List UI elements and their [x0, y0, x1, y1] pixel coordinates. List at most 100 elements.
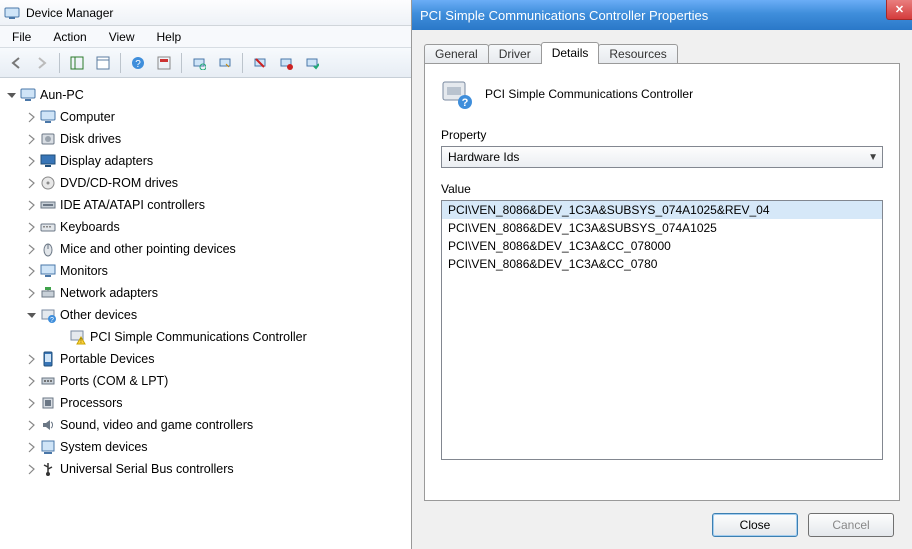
tree-node[interactable]: Ports (COM & LPT) — [0, 370, 411, 392]
tree-node[interactable]: Mice and other pointing devices — [0, 238, 411, 260]
menu-view[interactable]: View — [105, 28, 139, 46]
tb-forward-icon[interactable] — [30, 51, 54, 75]
tree-node-label: Disk drives — [60, 132, 121, 146]
tree-node[interactable]: Monitors — [0, 260, 411, 282]
tree-node[interactable]: Portable Devices — [0, 348, 411, 370]
tree-node-label: System devices — [60, 440, 148, 454]
other-icon: ? — [40, 307, 56, 323]
collapse-icon[interactable] — [26, 310, 37, 321]
property-select-value: Hardware Ids — [448, 150, 519, 164]
tb-scan-hardware-icon[interactable] — [187, 51, 211, 75]
tb-properties-icon[interactable] — [91, 51, 115, 75]
tree-root[interactable]: Aun-PC — [0, 84, 411, 106]
tree-node[interactable]: Computer — [0, 106, 411, 128]
expand-icon[interactable] — [26, 134, 37, 145]
close-icon[interactable]: ✕ — [886, 0, 912, 20]
device-tree[interactable]: Aun-PC Computer Disk drives Display adapte… — [0, 80, 411, 549]
collapse-icon[interactable] — [6, 90, 17, 101]
tree-node-label: IDE ATA/ATAPI controllers — [60, 198, 205, 212]
tree-node[interactable]: System devices — [0, 436, 411, 458]
expand-icon[interactable] — [26, 200, 37, 211]
expand-icon[interactable] — [26, 266, 37, 277]
expand-icon[interactable] — [26, 156, 37, 167]
value-row[interactable]: PCI\VEN_8086&DEV_1C3A&CC_0780 — [442, 255, 882, 273]
tb-disable-icon[interactable] — [274, 51, 298, 75]
keyboard-icon — [40, 219, 56, 235]
tree-node-label: Sound, video and game controllers — [60, 418, 253, 432]
expand-icon[interactable] — [26, 420, 37, 431]
dm-menubar: File Action View Help — [0, 26, 411, 48]
tb-show-hide-tree-icon[interactable] — [65, 51, 89, 75]
expand-icon[interactable] — [26, 354, 37, 365]
tb-update-driver-icon[interactable] — [213, 51, 237, 75]
dm-title-icon — [4, 5, 20, 21]
system-icon — [40, 439, 56, 455]
expand-icon[interactable] — [26, 244, 37, 255]
dm-title-text: Device Manager — [26, 6, 113, 20]
tree-node-label: Mice and other pointing devices — [60, 242, 236, 256]
expand-icon[interactable] — [26, 178, 37, 189]
display-icon — [40, 153, 56, 169]
properties-dialog: PCI Simple Communications Controller Pro… — [412, 0, 912, 549]
tb-uninstall-icon[interactable] — [248, 51, 272, 75]
ide-icon — [40, 197, 56, 213]
tree-node[interactable]: Disk drives — [0, 128, 411, 150]
tb-enable-icon[interactable] — [300, 51, 324, 75]
expand-icon[interactable] — [26, 288, 37, 299]
tree-leaf-glyph — [56, 332, 67, 343]
value-row[interactable]: PCI\VEN_8086&DEV_1C3A&SUBSYS_074A1025&RE… — [442, 201, 882, 219]
tab-driver[interactable]: Driver — [488, 44, 542, 64]
tree-node[interactable]: Processors — [0, 392, 411, 414]
property-label: Property — [441, 128, 883, 142]
tree-node[interactable]: DVD/CD-ROM drives — [0, 172, 411, 194]
tree-node[interactable]: Universal Serial Bus controllers — [0, 458, 411, 480]
network-icon — [40, 285, 56, 301]
tab-general[interactable]: General — [424, 44, 489, 64]
tb-sep — [181, 53, 182, 73]
tree-node[interactable]: Display adapters — [0, 150, 411, 172]
tree-node[interactable]: Network adapters — [0, 282, 411, 304]
expand-icon[interactable] — [26, 442, 37, 453]
details-panel: ? PCI Simple Communications Controller P… — [424, 63, 900, 501]
value-row[interactable]: PCI\VEN_8086&DEV_1C3A&SUBSYS_074A1025 — [442, 219, 882, 237]
value-listbox[interactable]: PCI\VEN_8086&DEV_1C3A&SUBSYS_074A1025&RE… — [441, 200, 883, 460]
value-row[interactable]: PCI\VEN_8086&DEV_1C3A&CC_078000 — [442, 237, 882, 255]
svg-text:?: ? — [50, 317, 54, 323]
tb-action-icon[interactable] — [152, 51, 176, 75]
tree-node[interactable]: Keyboards — [0, 216, 411, 238]
dm-toolbar: ? — [0, 48, 411, 78]
props-title-text: PCI Simple Communications Controller Pro… — [420, 8, 708, 23]
tree-child-node[interactable]: !PCI Simple Communications Controller — [0, 326, 411, 348]
menu-help[interactable]: Help — [153, 28, 186, 46]
tree-node-label: Other devices — [60, 308, 137, 322]
expand-icon[interactable] — [26, 222, 37, 233]
tab-details[interactable]: Details — [541, 42, 600, 64]
tree-node-label: DVD/CD-ROM drives — [60, 176, 178, 190]
tb-sep — [120, 53, 121, 73]
props-titlebar: PCI Simple Communications Controller Pro… — [412, 0, 912, 30]
monitor-icon — [40, 263, 56, 279]
value-label: Value — [441, 182, 883, 196]
tree-node-label: Universal Serial Bus controllers — [60, 462, 234, 476]
tab-resources[interactable]: Resources — [598, 44, 677, 64]
expand-icon[interactable] — [26, 376, 37, 387]
tree-node[interactable]: IDE ATA/ATAPI controllers — [0, 194, 411, 216]
expand-icon[interactable] — [26, 464, 37, 475]
tree-node[interactable]: Sound, video and game controllers — [0, 414, 411, 436]
tb-sep — [242, 53, 243, 73]
tree-node-label: PCI Simple Communications Controller — [90, 330, 307, 344]
tb-help-icon[interactable]: ? — [126, 51, 150, 75]
expand-icon[interactable] — [26, 398, 37, 409]
tb-sep — [59, 53, 60, 73]
tree-node-label: Ports (COM & LPT) — [60, 374, 168, 388]
property-select[interactable]: Hardware Ids ▼ — [441, 146, 883, 168]
menu-file[interactable]: File — [8, 28, 35, 46]
tree-node[interactable]: ? Other devices — [0, 304, 411, 326]
computer-icon — [20, 87, 36, 103]
expand-icon[interactable] — [26, 112, 37, 123]
close-button[interactable]: Close — [712, 513, 798, 537]
menu-action[interactable]: Action — [49, 28, 90, 46]
tb-back-icon[interactable] — [4, 51, 28, 75]
cancel-button[interactable]: Cancel — [808, 513, 894, 537]
tree-node-label: Display adapters — [60, 154, 153, 168]
